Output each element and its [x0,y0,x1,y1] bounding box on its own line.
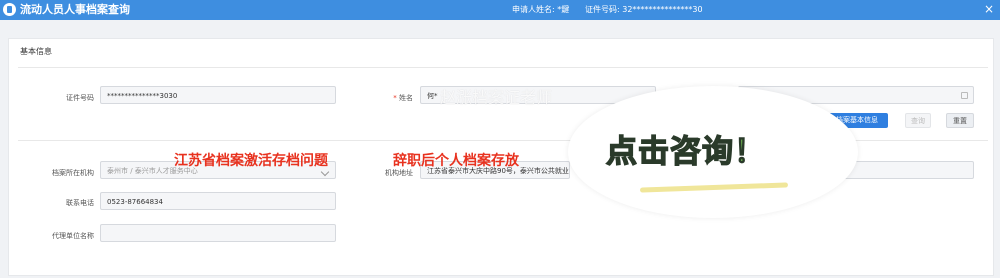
name-label-text: 姓名 [399,94,413,102]
agent-label: 代理单位名称 [52,232,94,240]
phone-field[interactable]: 0523-87664834 [100,192,336,210]
agent-field[interactable] [100,224,336,242]
archive-icon [3,3,16,16]
section-title: 基本信息 [20,47,52,56]
required-mark: * [393,94,397,102]
reset-button[interactable]: 重置 [946,113,974,128]
promo-text-resign[interactable]: 辞职后个人档案存放 [393,152,519,170]
consult-cta[interactable]: 点击咨询！ [605,133,766,171]
divider [18,67,988,68]
close-icon[interactable]: × [984,2,994,17]
title-bar: 流动人员人事档案查询 申请人姓名: *鍵 证件号码: 32***********… [0,0,1000,20]
id-number-field[interactable]: ***************3030 [100,86,336,104]
window-title: 流动人员人事档案查询 [20,3,130,16]
promo-text-activate[interactable]: 江苏省档案激活存档问题 [174,152,328,170]
org-label: 档案所在机构 [52,169,94,177]
watermark-text: 赵涨档案证老师 [440,88,553,107]
applicant-id: 证件号码: 32***************30 [585,5,703,14]
name-label: * 姓名 [333,93,413,103]
calendar-icon [961,92,968,99]
extra-field[interactable] [840,161,974,179]
applicant-name: 申请人姓名: *鍵 [512,5,570,14]
query-button[interactable]: 查询 [905,113,931,128]
id-label: 证件号码 [66,94,94,102]
phone-label: 联系电话 [66,199,94,207]
